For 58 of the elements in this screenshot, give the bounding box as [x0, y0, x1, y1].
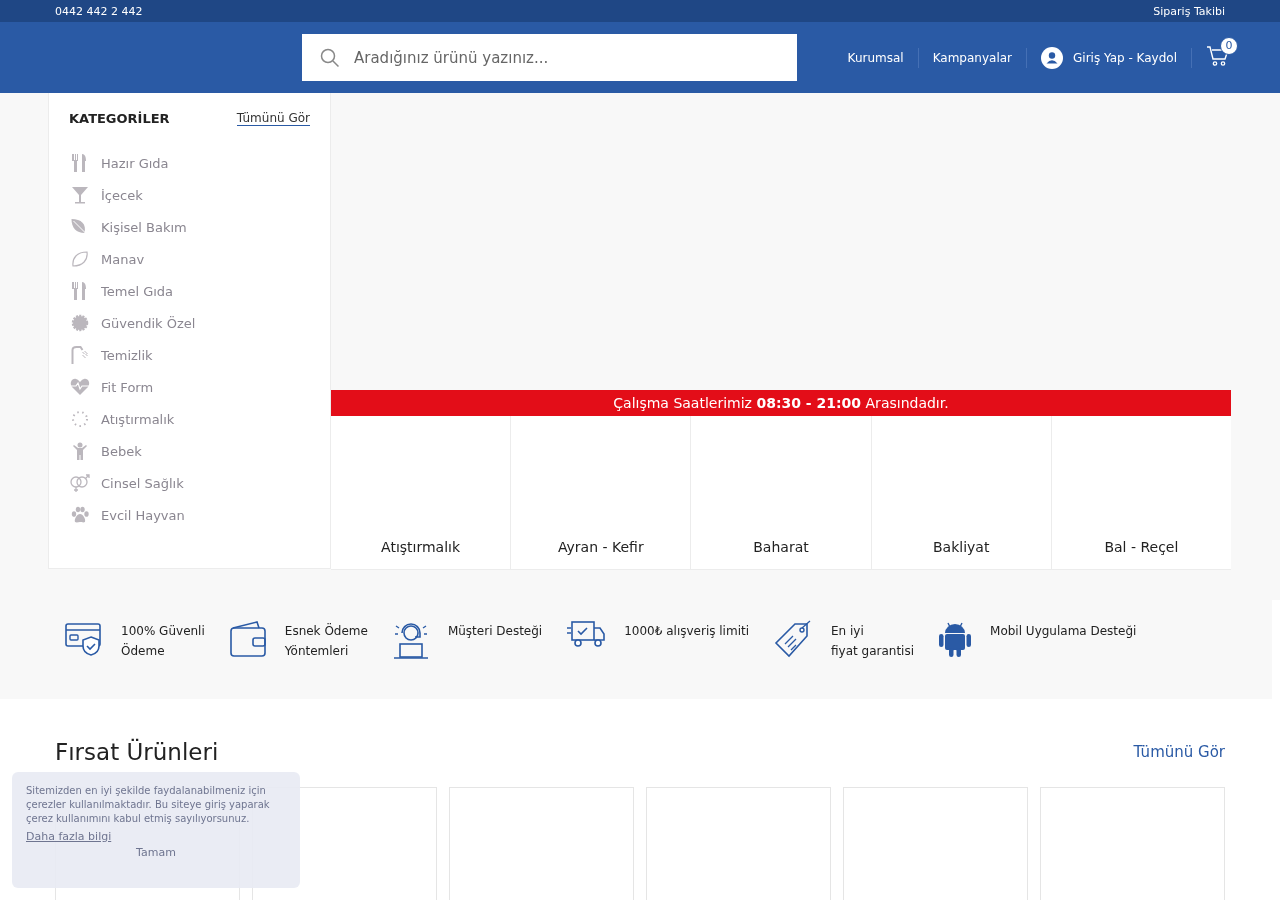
phone-number: 0442 442 2 442 [55, 4, 143, 18]
more-info-link[interactable]: Daha fazla bilgi [26, 830, 112, 843]
product-card[interactable] [449, 787, 634, 900]
feature-text: En iyi fiyat garantisi [831, 623, 915, 660]
feature-text: 100% Güvenli Ödeme [121, 623, 205, 660]
categories-title: KATEGORİLER [69, 111, 170, 126]
login-link[interactable]: Giriş Yap - Kaydol [1073, 50, 1177, 65]
header-link[interactable]: Kampanyalar [932, 50, 1012, 65]
category-tile[interactable]: Bakliyat [871, 416, 1052, 569]
category-item[interactable]: Fit Form [69, 376, 310, 398]
category-item[interactable]: Manav [69, 248, 310, 270]
product-card[interactable] [843, 787, 1028, 900]
fruit-outline-icon [69, 250, 91, 268]
feature-text: Müşteri Desteği [447, 623, 543, 640]
heart-pulse-icon [69, 378, 91, 396]
paw-icon [69, 506, 91, 524]
category-item[interactable]: Temel Gıda [69, 280, 310, 302]
product-card[interactable] [1040, 787, 1225, 900]
feature-text: Mobil Uygulama Desteği [990, 623, 1137, 640]
category-item[interactable]: İçecek [69, 184, 310, 206]
category-item[interactable]: Cinsel Sağlık [69, 472, 310, 494]
category-item[interactable]: Kişisel Bakım [69, 216, 310, 238]
order-tracking-link[interactable]: Sipariş Takibi [1153, 4, 1225, 18]
feature-text: 1000₺ alışveriş limiti [624, 623, 749, 640]
see-all-link[interactable]: Tümünü Gör [1133, 743, 1225, 761]
gender-symbols-icon [69, 473, 91, 493]
search-icon [320, 47, 340, 68]
header-link[interactable]: Kurumsal [847, 50, 904, 65]
glass-icon [69, 186, 91, 204]
android-robot-icon [938, 620, 973, 658]
search-bar[interactable]: Aradığınız ürünü yazınız... [302, 34, 797, 81]
delivery-truck-icon [566, 620, 607, 648]
section-title: Fırsat Ürünleri [55, 739, 219, 765]
category-item[interactable]: Evcil Hayvan [69, 504, 310, 526]
working-hours-bar: Çalışma Saatlerimiz 08:30 - 21:00 Arasındadır. [331, 390, 1231, 416]
category-tile[interactable]: Ayran - Kefir [511, 416, 692, 569]
dotted-circle-icon [69, 410, 91, 428]
accept-button[interactable]: Tamam [130, 845, 182, 860]
seal-icon [69, 314, 91, 332]
support-agent-icon [391, 620, 430, 660]
category-item[interactable]: Hazır Gıda [69, 152, 310, 174]
see-all-link[interactable]: Tümünü Gör [236, 111, 310, 126]
feature-text: Esnek Ödeme Yöntemleri [284, 622, 368, 660]
shower-icon [69, 345, 91, 365]
wallet-icon [228, 620, 267, 658]
category-item[interactable]: Atıştırmalık [69, 408, 310, 430]
category-item[interactable]: Güvendik Özel [69, 312, 310, 334]
cart-count-badge: 0 [1220, 36, 1238, 55]
credit-card-shield-icon [65, 620, 103, 656]
product-card[interactable] [646, 787, 831, 900]
cookie-message: Sitemizden en iyi şekilde faydalanabilmeniz için çerezler kullanılmaktadır. Bu siteye giriş yaparak çerez kullanımını kabul etmiş sayılıyorsunuz. [26, 784, 271, 826]
category-item[interactable]: Bebek [69, 440, 310, 462]
category-tile[interactable]: Baharat [691, 416, 872, 569]
user-icon [1041, 46, 1063, 69]
category-item[interactable]: Temizlik [69, 344, 310, 366]
price-tag-icon [773, 620, 813, 660]
category-tile[interactable]: Bal - Reçel [1051, 416, 1231, 569]
category-tile[interactable]: Atıştırmalık [331, 416, 512, 569]
